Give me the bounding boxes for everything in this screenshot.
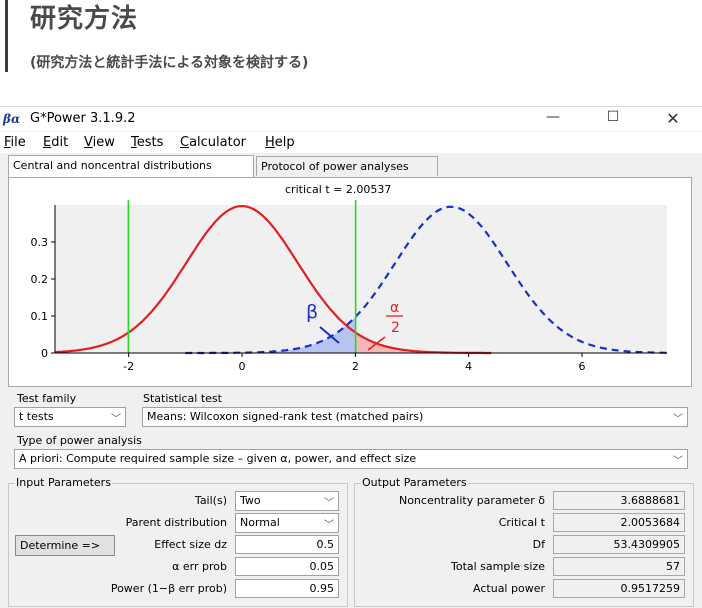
power-analysis-label: Type of power analysis bbox=[16, 434, 143, 447]
menu-tests[interactable]: Tests bbox=[131, 135, 163, 150]
power-analysis-select[interactable]: A priori: Compute required sample size –… bbox=[14, 449, 688, 469]
chevron-down-icon: ﹀ bbox=[673, 414, 683, 425]
actual-power-label: Actual power bbox=[473, 582, 545, 595]
chevron-down-icon: ﹀ bbox=[324, 520, 334, 531]
menu-file[interactable]: File bbox=[4, 135, 26, 150]
alpha-err-prob-input[interactable]: 0.05 bbox=[235, 557, 339, 576]
power-input[interactable]: 0.95 bbox=[235, 579, 339, 598]
tab-central-distributions[interactable]: Central and noncentral distributions bbox=[8, 155, 254, 177]
statistical-test-group: Statistical test Means: Wilcoxon signed-… bbox=[134, 392, 694, 427]
maximize-button[interactable]: ☐ bbox=[598, 109, 628, 129]
plot-area bbox=[55, 205, 667, 353]
y-tick-label: 0.3 bbox=[31, 236, 49, 249]
window-title: G*Power 3.1.9.2 bbox=[30, 111, 136, 126]
parent-distribution-select[interactable]: Normal ﹀ bbox=[235, 513, 339, 533]
test-family-value: t tests bbox=[19, 410, 54, 423]
tails-select[interactable]: Two ﹀ bbox=[235, 491, 339, 511]
noncentrality-label: Noncentrality parameter δ bbox=[398, 494, 545, 507]
page-title: 研究方法 bbox=[30, 4, 139, 34]
gpower-window: βα G*Power 3.1.9.2 — ☐ ✕ File Edit View … bbox=[0, 106, 702, 608]
menu-view[interactable]: View bbox=[84, 135, 115, 150]
tails-value: Two bbox=[240, 494, 261, 507]
alpha-numerator: α bbox=[390, 300, 399, 316]
effect-size-input[interactable]: 0.5 bbox=[235, 535, 339, 554]
tab-protocol[interactable]: Protocol of power analyses bbox=[256, 156, 438, 176]
df-label: Df bbox=[532, 538, 545, 551]
accent-bar bbox=[5, 0, 8, 72]
y-tick-label: 0 bbox=[41, 347, 48, 360]
determine-button[interactable]: Determine => bbox=[15, 535, 115, 556]
df-value: 53.4309905 bbox=[553, 535, 685, 554]
statistical-test-label: Statistical test bbox=[142, 392, 223, 405]
tails-label: Tail(s) bbox=[194, 494, 227, 507]
close-button[interactable]: ✕ bbox=[658, 109, 688, 129]
effect-size-label: Effect size dz bbox=[154, 538, 227, 551]
x-tick-label: 4 bbox=[465, 360, 472, 373]
minimize-button[interactable]: — bbox=[538, 109, 568, 129]
menu-bar: File Edit View Tests Calculator Help bbox=[0, 132, 702, 153]
input-parameters-title: Input Parameters bbox=[15, 476, 112, 489]
gpower-app-icon: βα bbox=[3, 112, 21, 126]
total-sample-size-label: Total sample size bbox=[450, 560, 545, 573]
actual-power-value: 0.9517259 bbox=[553, 579, 685, 598]
chevron-down-icon: ﹀ bbox=[111, 414, 121, 425]
x-tick-label: -2 bbox=[123, 360, 134, 373]
beta-label: β bbox=[306, 301, 318, 323]
noncentrality-value: 3.6888681 bbox=[553, 491, 685, 510]
title-bar: βα G*Power 3.1.9.2 — ☐ ✕ bbox=[0, 107, 702, 131]
output-parameters-group: Output Parameters Noncentrality paramete… bbox=[354, 476, 694, 607]
x-tick-label: 2 bbox=[352, 360, 359, 373]
alpha-denominator: 2 bbox=[391, 320, 400, 336]
chevron-down-icon: ﹀ bbox=[324, 498, 334, 509]
power-analysis-value: A priori: Compute required sample size –… bbox=[19, 452, 417, 465]
chevron-down-icon: ﹀ bbox=[673, 456, 683, 467]
x-tick-label: 6 bbox=[579, 360, 586, 373]
statistical-test-select[interactable]: Means: Wilcoxon signed-rank test (matche… bbox=[142, 407, 688, 427]
menu-edit[interactable]: Edit bbox=[43, 135, 68, 150]
parent-distribution-value: Normal bbox=[240, 516, 280, 529]
menu-help[interactable]: Help bbox=[265, 135, 295, 150]
test-family-label: Test family bbox=[16, 392, 78, 405]
page-subtitle: (研究方法と統計手法による対象を検討する) bbox=[30, 55, 309, 71]
input-parameters-group: Input Parameters Tail(s) Two ﹀ Parent di… bbox=[8, 476, 348, 607]
critical-t-value: 2.0053684 bbox=[553, 513, 685, 532]
critical-t-output-label: Critical t bbox=[498, 516, 545, 529]
total-sample-size-value: 57 bbox=[553, 557, 685, 576]
power-analysis-group: Type of power analysis A priori: Compute… bbox=[8, 434, 694, 469]
alpha-err-prob-label: α err prob bbox=[172, 560, 227, 573]
distribution-plot-panel: critical t = 2.00537 -2 0 2 4 6 0 0.1 0.2 0.3 β… bbox=[8, 177, 692, 387]
menu-calculator[interactable]: Calculator bbox=[180, 135, 246, 150]
page-header: 研究方法 (研究方法と統計手法による対象を検討する) bbox=[0, 0, 702, 78]
distribution-plot: -2 0 2 4 6 0 0.1 0.2 0.3 β α 2 bbox=[31, 200, 667, 373]
y-tick-label: 0.2 bbox=[31, 273, 49, 286]
test-family-group: Test family t tests ﹀ bbox=[8, 392, 126, 427]
statistical-test-value: Means: Wilcoxon signed-rank test (matche… bbox=[147, 410, 424, 423]
x-tick-label: 0 bbox=[239, 360, 246, 373]
y-tick-label: 0.1 bbox=[31, 310, 49, 323]
test-family-select[interactable]: t tests ﹀ bbox=[14, 407, 126, 427]
power-label: Power (1−β err prob) bbox=[110, 582, 227, 595]
parent-distribution-label: Parent distribution bbox=[125, 516, 227, 529]
output-parameters-title: Output Parameters bbox=[361, 476, 468, 489]
